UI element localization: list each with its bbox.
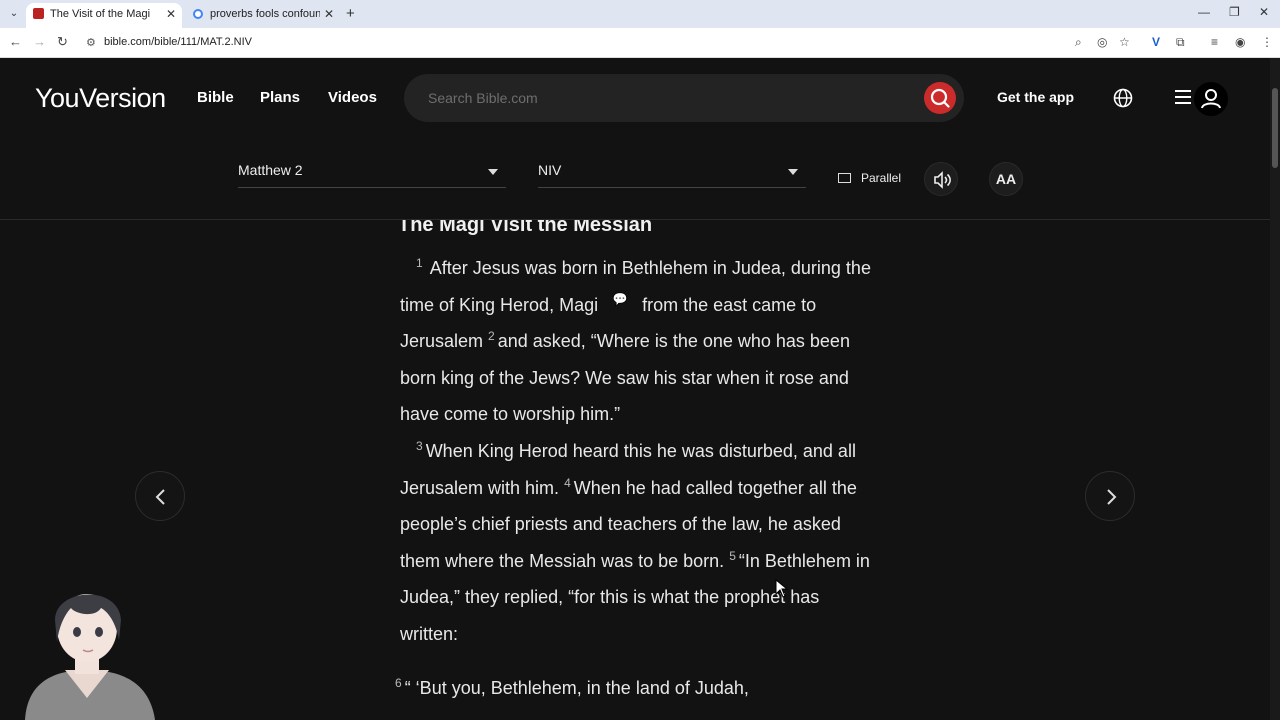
bible-favicon-icon (33, 8, 44, 19)
search-input[interactable]: Search Bible.com (404, 74, 964, 122)
address-bar: ← → ↻ ⚙ bible.com/bible/111/MAT.2.NIV ⌕ … (0, 28, 1280, 58)
user-icon (1201, 89, 1221, 109)
tab-title: proverbs fools confound the w (210, 8, 320, 20)
browser-menu-icon[interactable]: ⋮ (1261, 35, 1273, 49)
verse-number[interactable]: 5 (729, 549, 736, 563)
zoom-icon[interactable]: ⌕ (1075, 35, 1082, 50)
scrollbar-thumb[interactable] (1272, 88, 1278, 168)
version-value: NIV (538, 162, 562, 178)
parallel-label: Parallel (861, 171, 902, 185)
menu-icon[interactable] (1174, 88, 1192, 111)
chevron-right-icon (1107, 489, 1117, 505)
previous-chapter-button[interactable] (135, 471, 185, 521)
reload-icon[interactable]: ↻ (57, 34, 68, 50)
bible-site: YouVersion Bible Plans Videos Search Bib… (0, 58, 1270, 720)
verse-number[interactable]: 1 (416, 256, 423, 270)
site-info-icon[interactable]: ⚙ (86, 36, 96, 49)
mouse-cursor-icon (775, 579, 789, 598)
new-tab-button[interactable]: + (346, 5, 355, 22)
extensions-icon[interactable]: ⧉ (1176, 35, 1185, 50)
eye-off-icon[interactable]: ◎ (1097, 35, 1107, 49)
page-scrollbar[interactable] (1270, 58, 1280, 720)
search-placeholder: Search Bible.com (428, 90, 538, 106)
verse-number[interactable]: 2 (488, 329, 495, 343)
parallel-icon (838, 173, 851, 183)
poetry-line: 6 “ ‘But you, Bethlehem, in the land of J… (395, 676, 749, 699)
verse-text: 1 After Jesus was born in Bethlehem in J… (400, 250, 880, 653)
browser-tab-bar: ⌄ The Visit of the Magi ✕ proverbs fools… (0, 0, 1280, 28)
footnote-icon[interactable]: 💬 (606, 281, 634, 318)
restore-button[interactable]: ❐ (1229, 5, 1240, 19)
nav-plans[interactable]: Plans (260, 89, 300, 106)
verse-number[interactable]: 6 (395, 676, 402, 690)
youversion-logo[interactable]: YouVersion (35, 83, 166, 114)
media-controls-icon[interactable]: ≡ (1211, 35, 1218, 49)
google-favicon-icon (193, 9, 203, 19)
nav-bible[interactable]: Bible (197, 89, 234, 106)
search-icon (930, 88, 950, 108)
next-chapter-button[interactable] (1085, 471, 1135, 521)
back-icon[interactable]: ← (9, 34, 22, 49)
search-button[interactable] (924, 82, 956, 114)
browser-tab[interactable]: proverbs fools confound the w ✕ (186, 3, 340, 28)
chevron-left-icon (155, 489, 165, 505)
forward-icon[interactable]: → (33, 34, 46, 49)
bookmark-star-icon[interactable]: ☆ (1119, 35, 1130, 49)
chevron-down-icon (488, 169, 498, 175)
language-globe-icon[interactable] (1113, 88, 1133, 113)
close-tab-icon[interactable]: ✕ (324, 3, 334, 25)
nav-videos[interactable]: Videos (328, 89, 377, 106)
minimize-button[interactable]: — (1198, 5, 1210, 19)
section-heading: The Magi Visit the Messiah (398, 220, 653, 236)
verse-number[interactable]: 4 (564, 476, 571, 490)
version-select[interactable]: NIV (538, 158, 806, 188)
book-chapter-value: Matthew 2 (238, 162, 303, 178)
chevron-down-icon (788, 169, 798, 175)
close-tab-icon[interactable]: ✕ (166, 3, 176, 25)
passage-content: The Magi Visit the Messiah 1 After Jesus… (0, 220, 1270, 720)
parallel-button[interactable]: Parallel (838, 171, 901, 185)
tab-title: The Visit of the Magi (50, 8, 151, 20)
extension-v-icon[interactable]: V (1152, 35, 1160, 49)
vtuber-avatar-image (25, 594, 155, 720)
tab-search-button[interactable]: ⌄ (6, 6, 22, 22)
audio-button[interactable] (924, 162, 958, 196)
window-close-button[interactable]: ✕ (1259, 5, 1269, 19)
verse-6[interactable]: “ ‘But you, Bethlehem, in the land of Ju… (405, 678, 749, 698)
reader-toolbar: Matthew 2 NIV Parallel AA (0, 140, 1270, 220)
speaker-icon (934, 171, 951, 189)
book-chapter-select[interactable]: Matthew 2 (238, 158, 506, 188)
user-account-button[interactable] (1194, 82, 1228, 116)
verse-number[interactable]: 3 (416, 439, 423, 453)
profile-icon[interactable]: ◉ (1235, 35, 1245, 49)
browser-tab-active[interactable]: The Visit of the Magi ✕ (26, 3, 182, 28)
url-field[interactable]: bible.com/bible/111/MAT.2.NIV (104, 36, 252, 48)
get-app-link[interactable]: Get the app (997, 89, 1074, 105)
font-size-button[interactable]: AA (989, 162, 1023, 196)
